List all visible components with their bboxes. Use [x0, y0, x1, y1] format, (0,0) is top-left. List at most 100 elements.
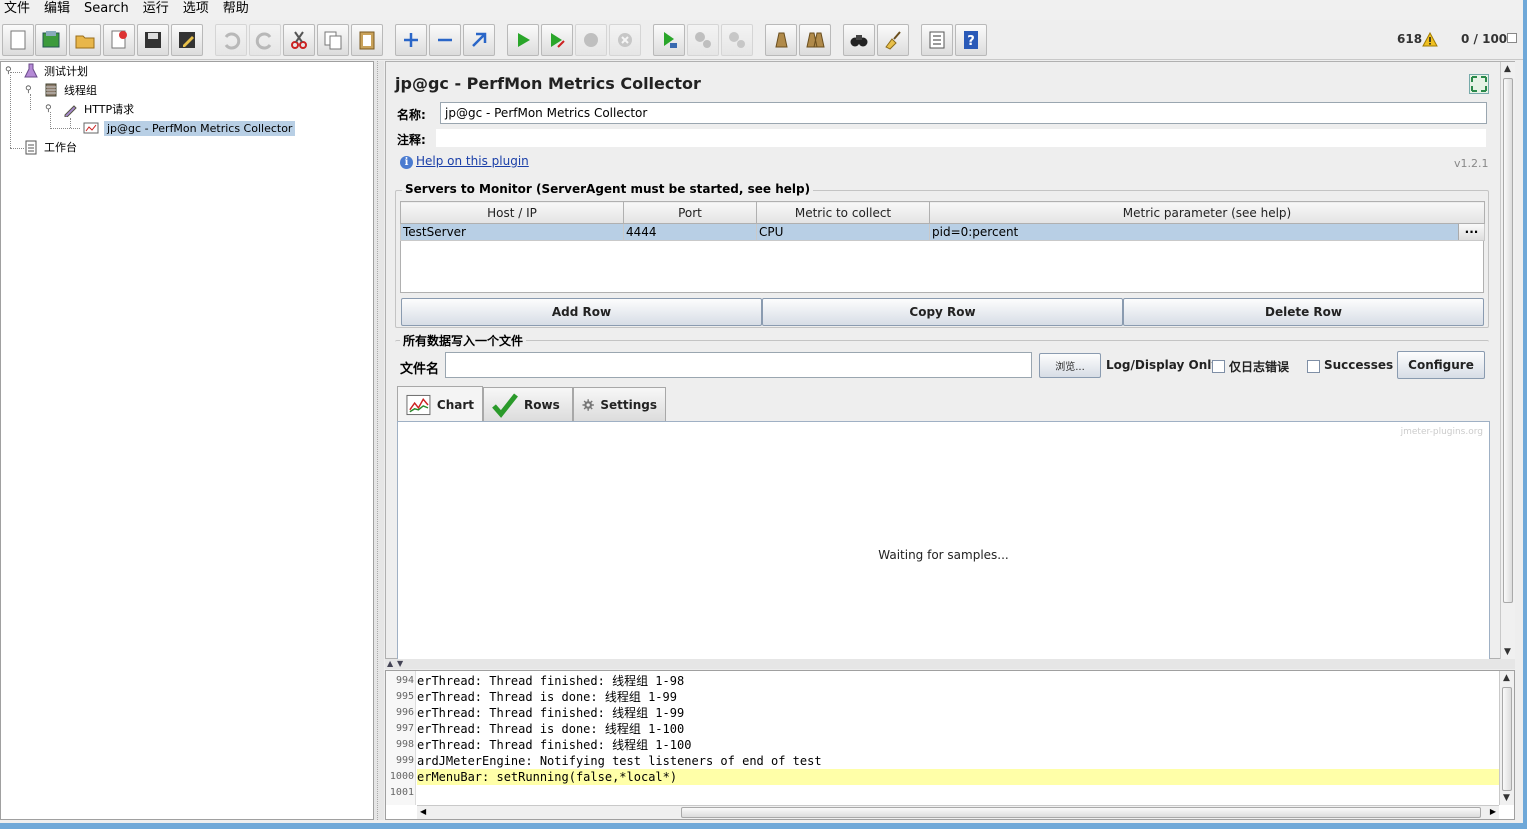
collapse-all-icon[interactable] — [429, 24, 461, 56]
menu-file[interactable]: 文件 — [0, 0, 37, 20]
log-scrollbar[interactable]: ▲ ▼ — [1499, 671, 1514, 805]
cell-metric-param[interactable]: pid=0:percent ... — [929, 223, 1485, 241]
help-icon[interactable]: ? — [955, 24, 987, 56]
column-metric[interactable]: Metric to collect — [756, 201, 930, 224]
log-line: erThread: Thread finished: 线程组 1-100 — [417, 738, 692, 752]
scroll-up-arrow[interactable]: ▲ — [1503, 673, 1510, 683]
chart-canvas[interactable]: jmeter-plugins.org Waiting for samples..… — [397, 421, 1490, 661]
scroll-down-arrow[interactable]: ▼ — [1504, 647, 1511, 657]
browse-button[interactable]: 浏览... — [1039, 353, 1101, 378]
maximize-icon[interactable] — [1469, 74, 1489, 94]
close-icon[interactable] — [103, 24, 135, 56]
tree-toggle-http-request[interactable]: ⚲ — [45, 105, 54, 114]
save-icon[interactable] — [137, 24, 169, 56]
help-link[interactable]: Help on this plugin — [416, 154, 529, 168]
scroll-thumb[interactable] — [1502, 687, 1512, 791]
filename-label: 文件名 — [400, 362, 440, 377]
menu-search[interactable]: Search — [77, 0, 136, 20]
expand-all-icon[interactable] — [395, 24, 427, 56]
tree-toggle-thread-group[interactable]: ⚲ — [25, 86, 34, 95]
menu-edit[interactable]: 编辑 — [37, 0, 77, 20]
shutdown-icon[interactable] — [609, 24, 641, 56]
tab-rows[interactable]: Rows — [483, 387, 573, 421]
column-metric-param[interactable]: Metric parameter (see help) — [929, 201, 1485, 224]
scroll-thumb[interactable] — [681, 807, 1481, 818]
start-icon[interactable] — [507, 24, 539, 56]
save-as-icon[interactable] — [171, 24, 203, 56]
tree-node-perfmon-collector[interactable]: jp@gc - PerfMon Metrics Collector — [83, 119, 296, 137]
gear-icon — [582, 398, 594, 411]
tree-label: 线程组 — [64, 84, 97, 97]
successes-checkbox[interactable] — [1307, 360, 1320, 373]
scroll-thumb[interactable] — [1503, 78, 1513, 603]
name-input[interactable]: jp@gc - PerfMon Metrics Collector — [440, 102, 1487, 124]
clear-icon[interactable] — [765, 24, 797, 56]
cell-host[interactable]: TestServer — [400, 223, 624, 241]
cell-metric[interactable]: CPU — [756, 223, 930, 241]
table-row[interactable]: TestServer 4444 CPU pid=0:percent ... — [400, 223, 1485, 241]
column-port[interactable]: Port — [623, 201, 757, 224]
toggle-icon[interactable] — [463, 24, 495, 56]
stop-icon[interactable] — [575, 24, 607, 56]
log-horizontal-scrollbar[interactable]: ◀ ▶ — [417, 805, 1499, 819]
tree-node-thread-group[interactable]: 线程组 — [43, 81, 97, 99]
remote-stop-icon[interactable] — [687, 24, 719, 56]
cell-port[interactable]: 4444 — [623, 223, 757, 241]
reset-search-icon[interactable] — [877, 24, 909, 56]
file-group-title: 所有数据写入一个文件 — [400, 332, 527, 349]
horizontal-splitter[interactable]: ▲ ▼ — [385, 659, 1515, 669]
scroll-right-arrow[interactable]: ▶ — [1490, 807, 1496, 816]
jmeter-window: 文件 编辑 Search 运行 选项 帮助 ? 618 0 / 100 ⚲ ⚲ … — [0, 0, 1527, 829]
tab-settings[interactable]: Settings — [573, 387, 666, 421]
cut-icon[interactable] — [283, 24, 315, 56]
line-number: 999 — [395, 755, 414, 766]
templates-icon[interactable] — [35, 24, 67, 56]
tree-label: HTTP请求 — [84, 103, 135, 116]
table-header-row: Host / IP Port Metric to collect Metric … — [400, 201, 1485, 224]
panel-scrollbar[interactable]: ▲ ▼ — [1500, 62, 1515, 659]
new-icon[interactable] — [2, 24, 34, 56]
vertical-splitter[interactable] — [374, 61, 384, 820]
undo-icon[interactable] — [215, 24, 247, 56]
test-plan-tree: ⚲ ⚲ ⚲ 测试计划 线程组 HTTP请求 jp@gc - PerfMon Me… — [0, 61, 374, 820]
tab-label: Settings — [600, 397, 657, 412]
flask-icon — [23, 63, 39, 79]
copy-row-button[interactable]: Copy Row — [762, 298, 1123, 326]
errors-only-checkbox[interactable] — [1212, 360, 1225, 373]
tree-label: 测试计划 — [44, 65, 88, 78]
scroll-down-arrow[interactable]: ▼ — [1503, 793, 1510, 803]
log-line: ardJMeterEngine: Notifying test listener… — [417, 754, 822, 768]
delete-row-button[interactable]: Delete Row — [1123, 298, 1484, 326]
configure-button[interactable]: Configure — [1397, 351, 1485, 379]
redo-icon[interactable] — [249, 24, 281, 56]
paste-icon[interactable] — [351, 24, 383, 56]
scroll-up-arrow[interactable]: ▲ — [1504, 64, 1511, 74]
tree-node-http-request[interactable]: HTTP请求 — [63, 100, 134, 118]
status-indicator — [1507, 33, 1517, 43]
open-icon[interactable] — [69, 24, 101, 56]
remote-start-icon[interactable] — [653, 24, 685, 56]
remote-shutdown-icon[interactable] — [721, 24, 753, 56]
filename-input[interactable] — [445, 352, 1032, 378]
add-row-button[interactable]: Add Row — [401, 298, 762, 326]
param-editor-button[interactable]: ... — [1458, 224, 1484, 240]
clear-all-icon[interactable] — [799, 24, 831, 56]
search-icon[interactable] — [843, 24, 875, 56]
tree-toggle-test-plan[interactable]: ⚲ — [5, 67, 14, 76]
copy-icon[interactable] — [317, 24, 349, 56]
tree-node-test-plan[interactable]: 测试计划 — [23, 62, 88, 80]
warning-icon[interactable] — [1422, 31, 1438, 50]
menu-run[interactable]: 运行 — [136, 0, 176, 20]
line-number: 995 — [395, 691, 414, 702]
comment-input[interactable] — [435, 128, 1487, 148]
log-viewer: 994 erThread: Thread finished: 线程组 1-98 … — [385, 670, 1515, 820]
function-helper-icon[interactable] — [921, 24, 953, 56]
menu-help[interactable]: 帮助 — [216, 0, 256, 20]
menu-options[interactable]: 选项 — [176, 0, 216, 20]
page-title: jp@gc - PerfMon Metrics Collector — [395, 74, 701, 93]
start-no-pause-icon[interactable] — [541, 24, 573, 56]
scroll-left-arrow[interactable]: ◀ — [420, 807, 426, 816]
tree-node-workbench[interactable]: 工作台 — [23, 138, 77, 156]
column-host[interactable]: Host / IP — [400, 201, 624, 224]
tab-chart[interactable]: Chart — [397, 386, 483, 422]
